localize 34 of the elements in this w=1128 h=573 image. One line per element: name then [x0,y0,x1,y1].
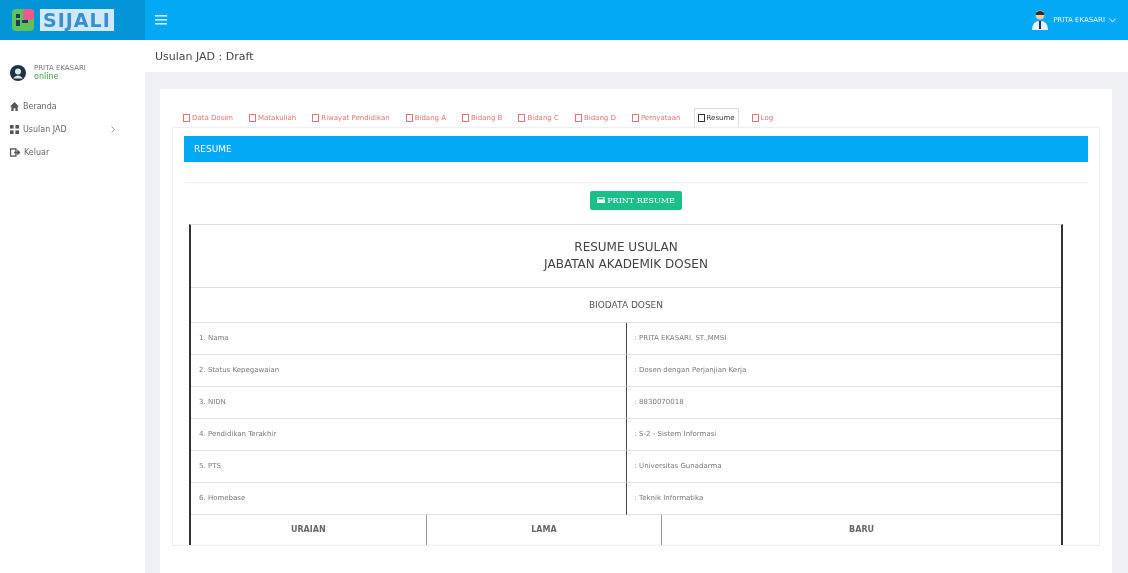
print-button[interactable]: PRINT RESUME [590,191,682,210]
document-icon [751,114,759,122]
column-header: LAMA [531,525,557,535]
exit-icon [10,148,20,157]
user-status: online [34,72,60,81]
sidebar-item[interactable]: Beranda [0,95,145,118]
printer-icon [597,196,606,205]
resume-title: JABATAN AKADEMIK DOSEN [544,255,708,273]
document-icon [183,114,190,122]
section-header: RESUME [184,136,1088,162]
chevron-right-icon [111,126,115,133]
biodata-heading: BIODATA DOSEN [588,299,664,310]
user-avatar-icon [10,64,26,81]
chevron-down-icon [1109,17,1116,23]
page-title: Usulan JAD : Draft [155,49,254,63]
column-header: URAIAN [290,525,326,535]
document-icon [697,114,705,122]
document-icon [574,114,582,122]
document-icon [631,114,639,122]
sidebar-item[interactable]: Usulan JAD [0,118,145,141]
sidebar-item[interactable]: Keluar [0,141,145,164]
document-icon [518,114,526,122]
logo-icon [12,9,34,31]
document-icon [312,114,320,122]
document-icon [405,114,413,122]
grid-icon [10,125,19,134]
home-icon [10,102,19,111]
user-avatar-icon [1031,10,1050,30]
menu-icon[interactable] [155,15,167,25]
column-header: BARU [849,525,875,535]
document-icon [249,114,256,122]
resume-title: RESUME USULAN [574,239,678,256]
brand-name: SIJALI [40,9,114,31]
document-icon [462,114,470,122]
